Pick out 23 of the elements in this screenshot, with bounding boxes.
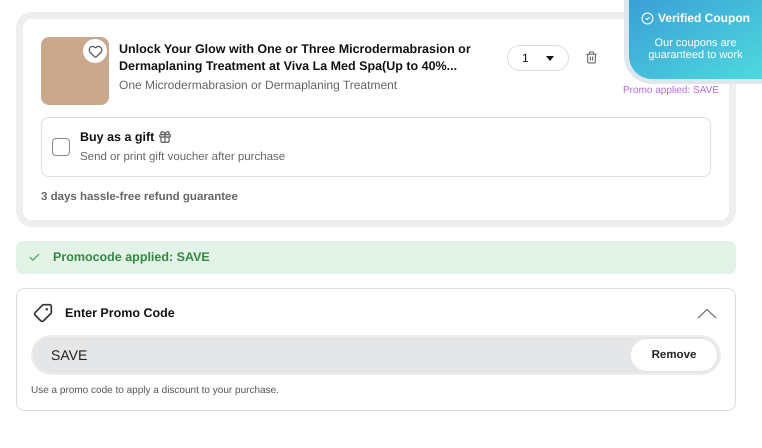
deal-title[interactable]: Unlock Your Glow with One or Three Microdermabrasion or Dermaplaning Treatment at Viva La Med Spa(Up to 40%... [119,41,489,75]
badge-text: Our coupons are guaranteed to work [647,37,744,61]
badge-title: Verified Coupon [658,10,750,27]
promo-code-header[interactable]: Enter Promo Code [31,303,721,324]
refund-note: 3 days hassle-free refund guarantee [41,190,239,205]
delete-icon[interactable] [585,51,598,64]
deal-option: One Microdermabrasion or Dermaplaning Treatment [119,76,489,94]
gift-label: Buy as a gift [80,129,154,146]
favorite-button[interactable] [83,39,107,63]
caret-icon [546,56,554,60]
promo-code-field[interactable]: SAVE Remove [31,335,721,376]
chevron-icon [697,308,717,319]
remove-button[interactable]: Remove [631,339,717,372]
promo-help-text: Use a promo code to apply a discount to your purchase. [31,384,280,398]
quantity-dropdown[interactable]: 1 [507,45,569,71]
gift-checkbox[interactable] [52,138,70,156]
heart-icon [88,44,102,58]
gift-hint: Send or print gift voucher after purchase [80,150,286,165]
check-circle-icon [640,12,654,24]
promo-note: Promo applied: SAVE [623,84,719,98]
gift-icon [158,130,172,144]
tag-icon [33,303,53,324]
promo-success-text: Promocode applied: SAVE [53,249,210,266]
